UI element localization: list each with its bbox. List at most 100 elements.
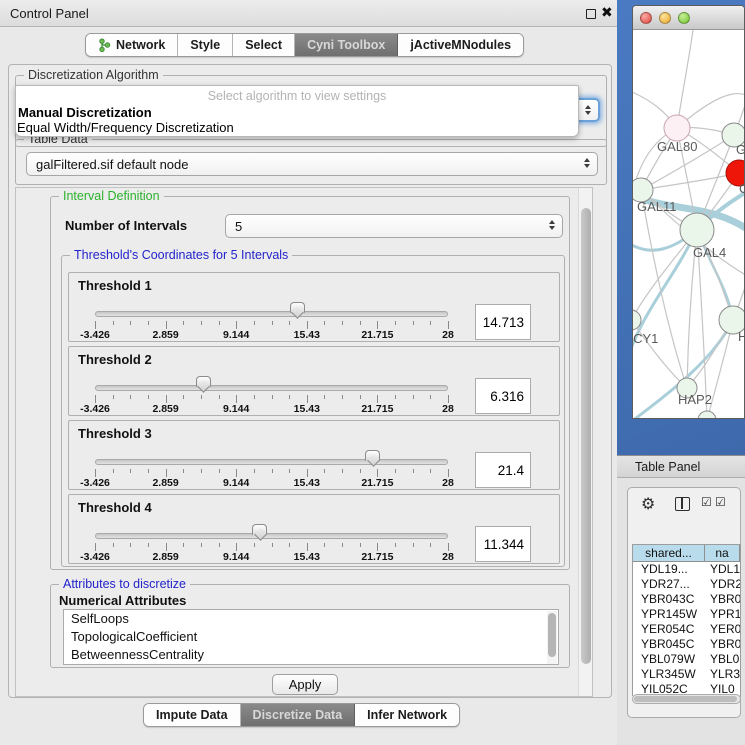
list-scrollbar[interactable] bbox=[547, 611, 557, 664]
slider-thumb[interactable] bbox=[290, 302, 305, 313]
list-item[interactable]: TopologicalCoefficient bbox=[64, 628, 558, 646]
gear-icon[interactable]: ⚙ bbox=[641, 494, 655, 514]
scrollbar-thumb[interactable] bbox=[634, 696, 737, 702]
tab-network-label: Network bbox=[116, 38, 165, 52]
slider-thumb[interactable] bbox=[252, 524, 267, 535]
number-of-intervals-value: 5 bbox=[235, 219, 242, 234]
dropdown-item-manual-discretization[interactable]: Manual Discretization bbox=[18, 105, 152, 120]
cell-shared-name[interactable]: YBL079W bbox=[633, 652, 705, 667]
list-item[interactable]: SelfLoops bbox=[64, 610, 558, 628]
cell-shared-name[interactable]: YER054C bbox=[633, 622, 705, 637]
columns-icon[interactable] bbox=[675, 497, 690, 511]
node-label: H bbox=[738, 329, 744, 344]
cell-name[interactable]: YDR2 bbox=[705, 577, 740, 592]
table-row[interactable]: YPR145WYPR1 bbox=[633, 607, 740, 622]
network-node[interactable] bbox=[664, 115, 690, 141]
cell-shared-name[interactable]: YDL19... bbox=[633, 562, 705, 577]
zoom-traffic-light-icon[interactable] bbox=[678, 12, 690, 24]
slider-scale-label: 15.43 bbox=[294, 403, 320, 415]
slider-scale-label: 21.715 bbox=[361, 403, 393, 415]
cell-shared-name[interactable]: YBR045C bbox=[633, 637, 705, 652]
float-window-icon[interactable] bbox=[586, 9, 596, 19]
table-row[interactable]: YBL079WYBL0 bbox=[633, 652, 740, 667]
tab-jactivemnodules[interactable]: jActiveMNodules bbox=[398, 34, 523, 56]
table-row[interactable]: YDR27...YDR2 bbox=[633, 577, 740, 592]
network-canvas[interactable]: GAL80GACGAL11GAL4GCY1HHAP2 bbox=[633, 30, 744, 418]
numerical-attributes-list[interactable]: SelfLoops TopologicalCoefficient Between… bbox=[63, 609, 559, 665]
scrollbar-thumb[interactable] bbox=[581, 208, 591, 664]
checkbox-icon[interactable]: ☑ bbox=[701, 495, 712, 509]
node-label: GAL11 bbox=[637, 199, 677, 214]
tab-select[interactable]: Select bbox=[233, 34, 295, 56]
slider-scale-label: 15.43 bbox=[294, 551, 320, 563]
tab-discretize-data[interactable]: Discretize Data bbox=[241, 704, 356, 726]
cell-name[interactable]: YBL0 bbox=[705, 652, 740, 667]
vertical-scrollbar[interactable] bbox=[578, 188, 592, 696]
cell-shared-name[interactable]: YDR27... bbox=[633, 577, 705, 592]
slider-track[interactable] bbox=[95, 311, 448, 317]
network-icon bbox=[98, 38, 111, 53]
dropdown-item-equal-width-frequency[interactable]: Equal Width/Frequency Discretization bbox=[17, 120, 234, 135]
slider-scale-label: 21.715 bbox=[361, 329, 393, 341]
table-panel-body: ⚙ ☑ ☑ shared... na YDL19...YDL1YDR27...Y… bbox=[617, 478, 745, 745]
group-title: Discretization Algorithm bbox=[24, 68, 163, 82]
table-row[interactable]: YER054CYER0 bbox=[633, 622, 740, 637]
network-window-titlebar[interactable] bbox=[633, 6, 745, 30]
cell-name[interactable]: YPR1 bbox=[705, 607, 740, 622]
close-traffic-light-icon[interactable] bbox=[640, 12, 652, 24]
column-header-shared-name[interactable]: shared... bbox=[633, 545, 705, 562]
network-node[interactable] bbox=[680, 213, 714, 247]
cell-shared-name[interactable]: YLR345W bbox=[633, 667, 705, 682]
table-row[interactable]: YDL19...YDL1 bbox=[633, 562, 740, 577]
column-header-name[interactable]: na bbox=[705, 545, 740, 562]
table-row[interactable]: YBR045CYBR0 bbox=[633, 637, 740, 652]
cell-shared-name[interactable]: YPR145W bbox=[633, 607, 705, 622]
combo-arrows-icon bbox=[585, 105, 591, 115]
cyni-toolbox-content: Discretization Algorithm Select algorith… bbox=[8, 64, 612, 698]
threshold-value-field[interactable]: 11.344 bbox=[475, 526, 531, 562]
slider-scale: -3.4262.8599.14415.4321.71528 bbox=[95, 403, 448, 415]
cell-name[interactable]: YBR0 bbox=[705, 592, 740, 607]
cell-name[interactable]: YLR3 bbox=[705, 667, 740, 682]
threshold-value-field[interactable]: 6.316 bbox=[475, 378, 531, 414]
cell-name[interactable]: YBR0 bbox=[705, 637, 740, 652]
threshold-value-field[interactable]: 21.4 bbox=[475, 452, 531, 488]
apply-button[interactable]: Apply bbox=[272, 674, 338, 695]
slider-thumb[interactable] bbox=[365, 450, 380, 461]
threshold-row: Threshold 4-3.4262.8599.14415.4321.71528… bbox=[68, 494, 560, 564]
combo-arrows-icon bbox=[584, 158, 590, 168]
table-data-select[interactable]: galFiltered.sif default node bbox=[26, 152, 598, 176]
slider-track[interactable] bbox=[95, 385, 448, 391]
checkbox-icon[interactable]: ☑ bbox=[715, 495, 726, 509]
tab-cyni-toolbox[interactable]: Cyni Toolbox bbox=[295, 34, 398, 56]
threshold-row: Threshold 3-3.4262.8599.14415.4321.71528… bbox=[68, 420, 560, 490]
slider-scale-label: 15.43 bbox=[294, 477, 320, 489]
table-row[interactable]: YLR345WYLR3 bbox=[633, 667, 740, 682]
tab-style[interactable]: Style bbox=[178, 34, 233, 56]
tab-cyni-toolbox-label: Cyni Toolbox bbox=[307, 38, 385, 52]
network-node[interactable] bbox=[698, 411, 716, 418]
slider-thumb[interactable] bbox=[196, 376, 211, 387]
slider-scale-label: 2.859 bbox=[152, 329, 178, 341]
node-table[interactable]: shared... na YDL19...YDL1YDR27...YDR2YBR… bbox=[632, 544, 741, 696]
slider-scale-label: 9.144 bbox=[223, 403, 249, 415]
network-view-window[interactable]: GAL80GACGAL11GAL4GCY1HHAP2 bbox=[632, 5, 745, 419]
tab-network[interactable]: Network bbox=[86, 34, 178, 56]
list-item[interactable]: BetweennessCentrality bbox=[64, 646, 558, 664]
threshold-value-field[interactable]: 14.713 bbox=[475, 304, 531, 340]
number-of-intervals-select[interactable]: 5 bbox=[225, 214, 563, 238]
slider-track[interactable] bbox=[95, 459, 448, 465]
cell-name[interactable]: YER0 bbox=[705, 622, 740, 637]
tab-style-label: Style bbox=[190, 38, 220, 52]
cell-shared-name[interactable]: YBR043C bbox=[633, 592, 705, 607]
cell-name[interactable]: YDL1 bbox=[705, 562, 740, 577]
network-edge[interactable] bbox=[677, 30, 693, 128]
table-row[interactable]: YBR043CYBR0 bbox=[633, 592, 740, 607]
tab-impute-data[interactable]: Impute Data bbox=[144, 704, 241, 726]
slider-track[interactable] bbox=[95, 533, 448, 539]
tab-infer-network[interactable]: Infer Network bbox=[355, 704, 459, 726]
desktop-background: GAL80GACGAL11GAL4GCY1HHAP2 Table Panel ⚙… bbox=[617, 0, 745, 745]
horizontal-scrollbar[interactable] bbox=[632, 694, 741, 704]
minimize-traffic-light-icon[interactable] bbox=[659, 12, 671, 24]
close-icon[interactable]: ✖ bbox=[601, 4, 613, 21]
